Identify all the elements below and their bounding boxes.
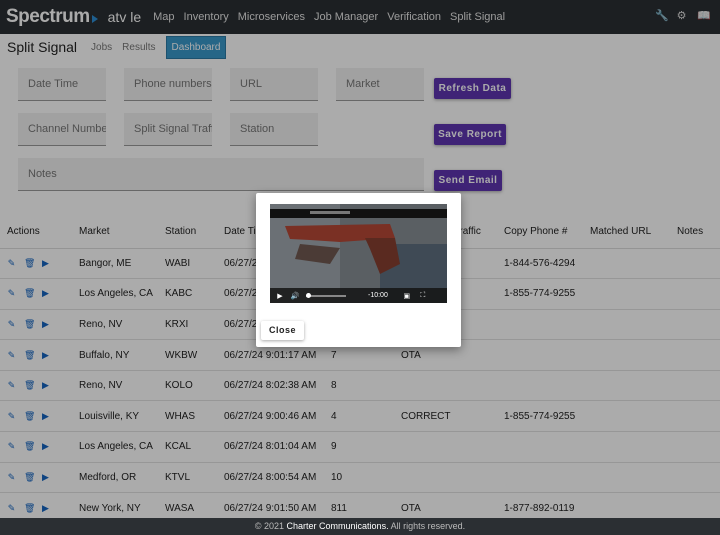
volume-icon[interactable]: 🔊 xyxy=(290,292,300,300)
fullscreen-icon[interactable]: ⛶ xyxy=(418,292,428,300)
seek-bar[interactable] xyxy=(306,292,346,298)
picture-in-picture-icon[interactable]: ▣ xyxy=(402,292,412,300)
video-controls: ▶ 🔊 -10:00 ▣ ⛶ xyxy=(270,288,447,303)
video-time: -10:00 xyxy=(368,292,388,299)
play-icon[interactable]: ▶ xyxy=(275,292,285,300)
video-player[interactable]: ▶ 🔊 -10:00 ▣ ⛶ xyxy=(270,204,447,303)
footer-company: Charter Communications. xyxy=(286,521,389,531)
footer-year: © 2021 xyxy=(254,521,285,531)
video-modal: ▶ 🔊 -10:00 ▣ ⛶ Close xyxy=(256,193,461,347)
footer-rights: All rights reserved. xyxy=(390,521,466,531)
close-button[interactable]: Close xyxy=(261,321,304,340)
footer: © 2021 Charter Communications. All right… xyxy=(0,518,720,535)
